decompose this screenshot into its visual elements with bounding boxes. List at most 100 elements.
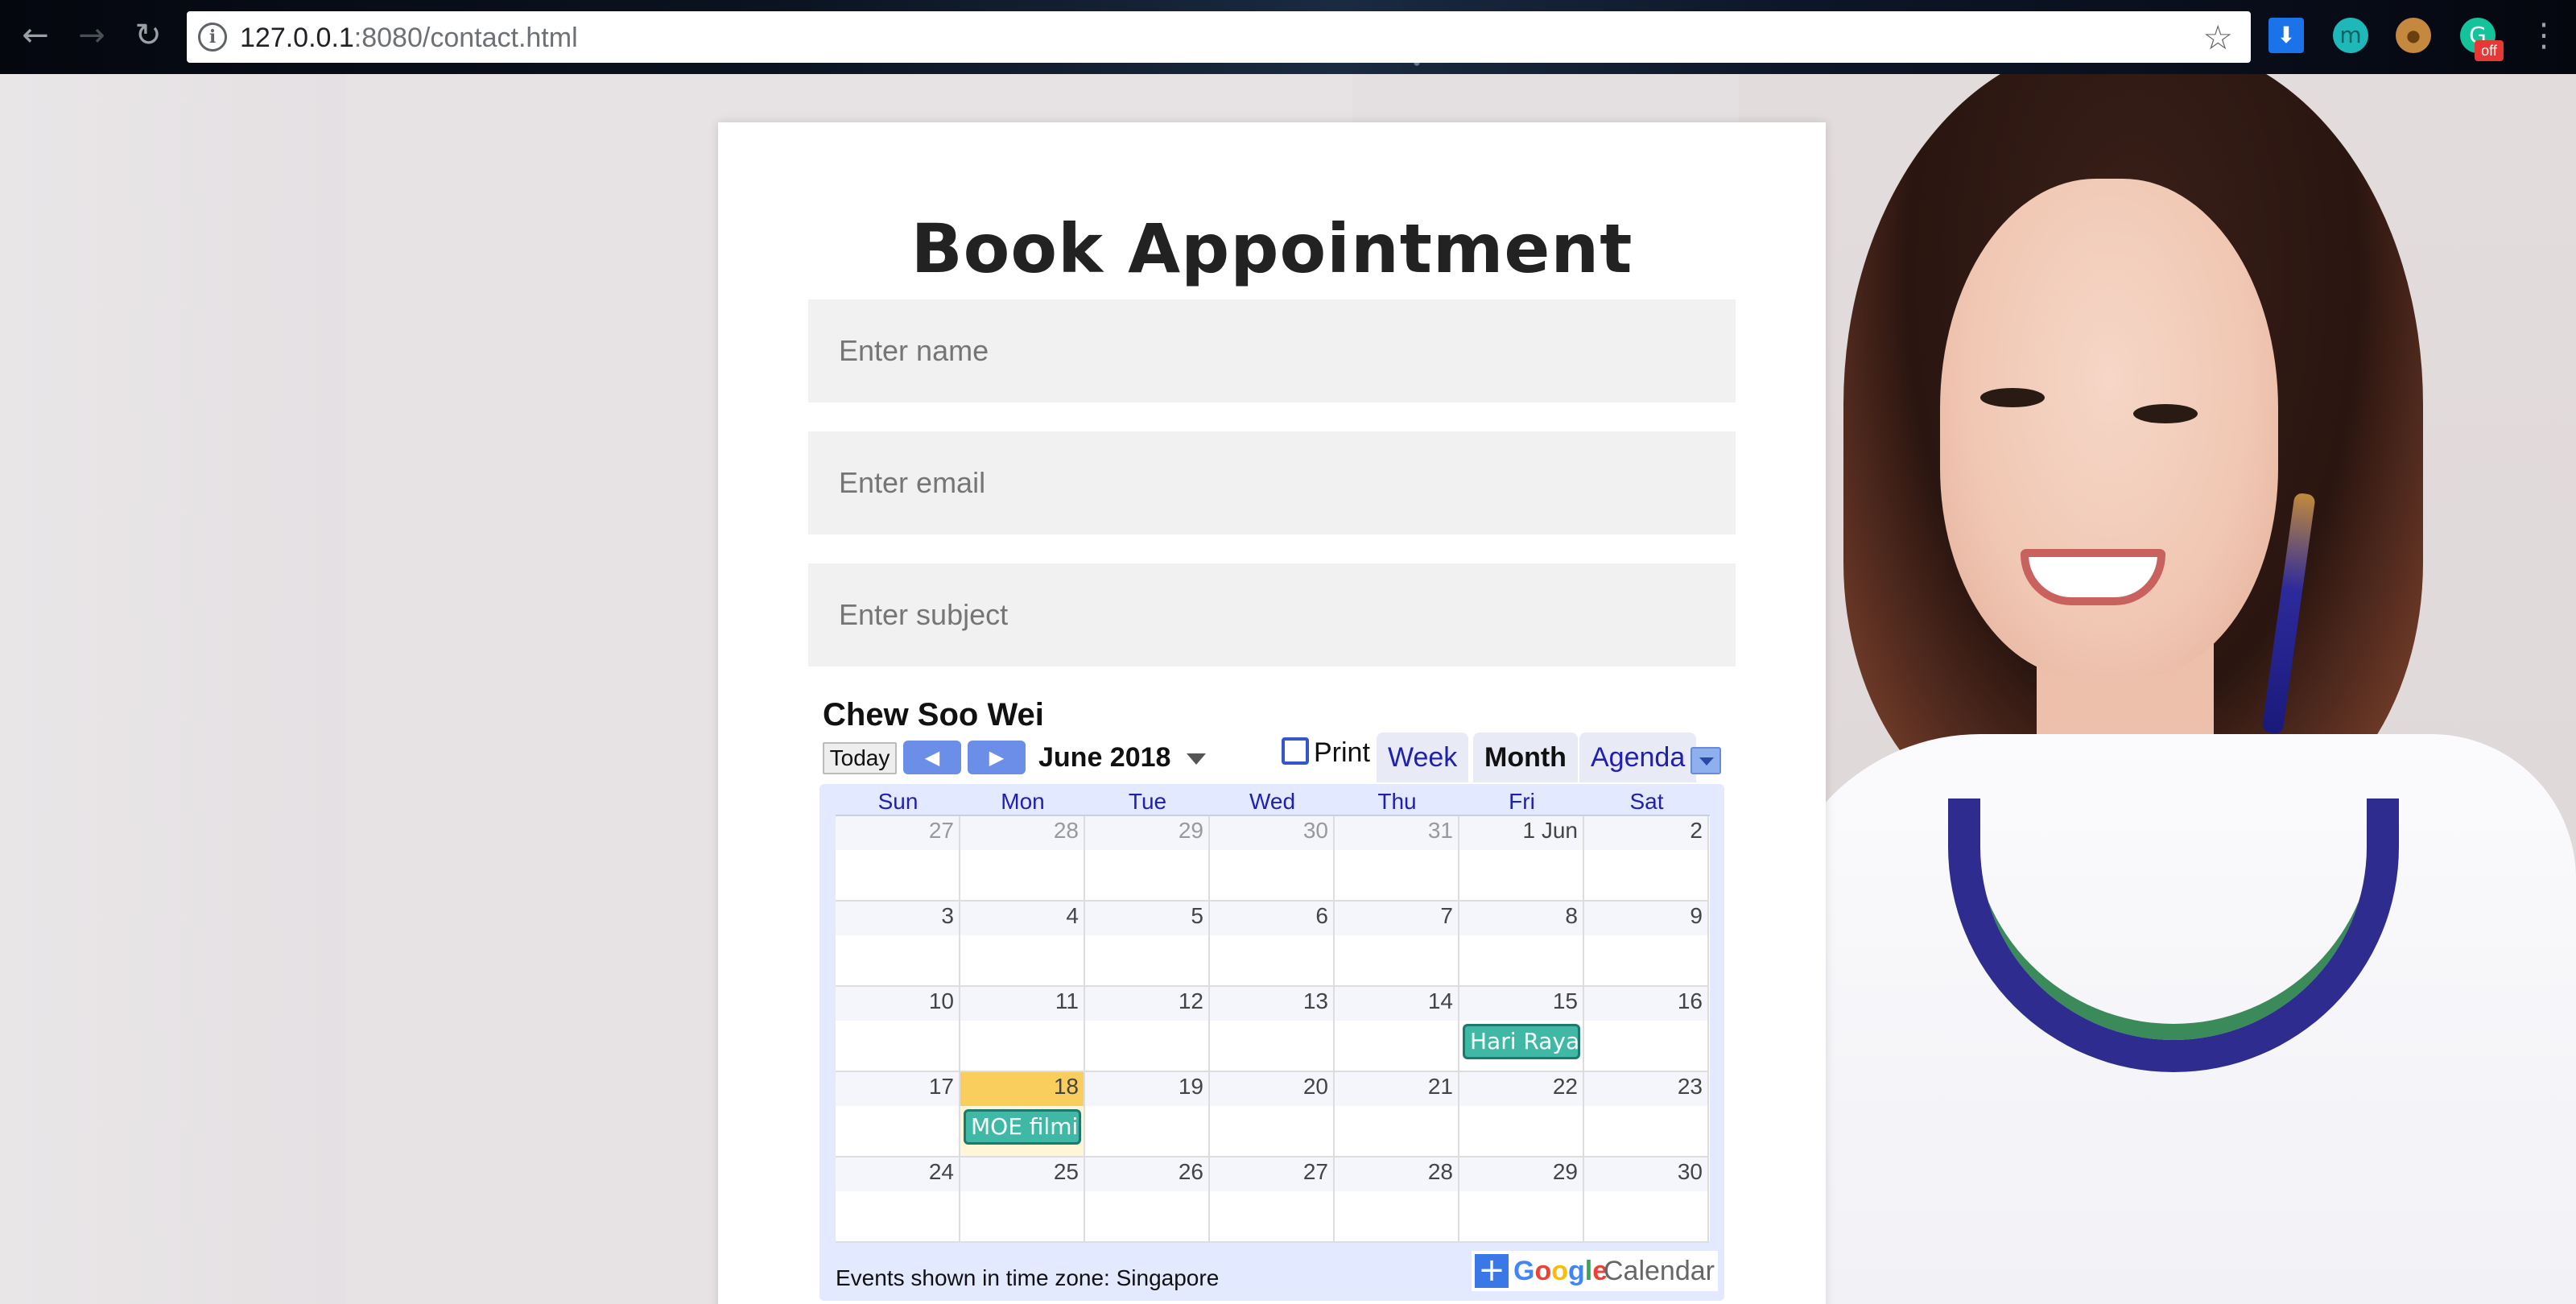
day-cell[interactable]: 7 — [1335, 902, 1459, 987]
day-number: 31 — [1427, 818, 1453, 843]
day-cell[interactable]: 6 — [1210, 902, 1335, 987]
google-logo-letter: g — [1568, 1256, 1585, 1286]
day-cell[interactable]: 25 — [960, 1158, 1085, 1243]
day-cell[interactable]: 26 — [1085, 1158, 1210, 1243]
day-number: 14 — [1427, 988, 1453, 1013]
reload-icon[interactable]: ↻ — [129, 16, 167, 55]
day-cell[interactable]: 31 — [1335, 816, 1459, 902]
day-header-band — [1210, 902, 1333, 935]
forward-icon[interactable]: → — [72, 16, 111, 55]
portrait-eye-left — [1980, 388, 2045, 407]
day-cell[interactable]: 2 — [1584, 816, 1709, 902]
day-number: 29 — [1552, 1159, 1578, 1184]
day-cell[interactable]: 29 — [1459, 1158, 1584, 1243]
m-extension-icon[interactable]: m — [2333, 18, 2368, 53]
url-text[interactable]: 127.0.0.1:8080/contact.html — [240, 23, 578, 54]
day-cell[interactable]: 23 — [1584, 1072, 1709, 1158]
day-cell[interactable]: 21 — [1335, 1072, 1459, 1158]
calendar-event[interactable]: MOE filmi — [964, 1109, 1081, 1145]
day-cell[interactable]: 20 — [1210, 1072, 1335, 1158]
info-icon[interactable]: i — [198, 23, 227, 52]
cookie-extension-icon[interactable]: ● — [2396, 18, 2431, 53]
day-header-band — [1584, 816, 1707, 850]
day-cell[interactable]: 14 — [1335, 987, 1459, 1072]
day-cell[interactable]: 18 MOE filmi — [960, 1072, 1085, 1158]
day-number: 28 — [1053, 818, 1079, 843]
day-number: 18 — [1053, 1074, 1079, 1099]
day-cell[interactable]: 15 Hari Raya — [1459, 987, 1584, 1072]
portrait-photo — [1739, 74, 2576, 1304]
day-cell[interactable]: 8 — [1459, 902, 1584, 987]
day-number: 11 — [1055, 988, 1079, 1013]
email-input[interactable] — [808, 431, 1736, 534]
subject-input[interactable] — [808, 563, 1736, 666]
day-number: 30 — [1302, 818, 1328, 843]
day-cell[interactable]: 27 — [836, 816, 960, 902]
bookmark-star-icon[interactable]: ☆ — [2202, 18, 2233, 57]
google-logo-letter: o — [1534, 1256, 1552, 1286]
day-cell[interactable]: 11 — [960, 987, 1085, 1072]
day-cell[interactable]: 9 — [1584, 902, 1709, 987]
day-cell[interactable]: 30 — [1210, 816, 1335, 902]
timezone-note: Events shown in time zone: Singapore — [836, 1265, 1220, 1290]
tab-agenda[interactable]: Agenda — [1579, 732, 1697, 782]
day-cell[interactable]: 1 Jun — [1459, 816, 1584, 902]
day-number: 25 — [1053, 1159, 1079, 1184]
day-number: 7 — [1440, 903, 1453, 928]
menu-icon[interactable]: ⋮ — [2528, 18, 2560, 53]
day-cell[interactable]: 3 — [836, 902, 960, 987]
day-cell[interactable]: 24 — [836, 1158, 960, 1243]
calendar-event[interactable]: Hari Raya — [1463, 1024, 1580, 1059]
plus-icon: + — [1475, 1254, 1509, 1288]
download-extension-icon[interactable]: ⬇ — [2268, 18, 2304, 53]
day-number: 2 — [1690, 818, 1703, 843]
day-number: 23 — [1677, 1074, 1703, 1099]
day-number: 24 — [928, 1159, 954, 1184]
day-number: 28 — [1427, 1159, 1453, 1184]
day-cell[interactable]: 12 — [1085, 987, 1210, 1072]
day-cell[interactable]: 13 — [1210, 987, 1335, 1072]
prev-month-button[interactable]: ◀ — [903, 741, 961, 774]
day-cell[interactable]: 22 — [1459, 1072, 1584, 1158]
day-number: 10 — [928, 988, 954, 1013]
print-label: Print — [1314, 737, 1370, 768]
day-cell[interactable]: 16 — [1584, 987, 1709, 1072]
month-dropdown-icon[interactable] — [1187, 753, 1206, 765]
tab-month[interactable]: Month — [1473, 732, 1578, 782]
tab-week[interactable]: Week — [1377, 732, 1469, 782]
name-input[interactable] — [808, 299, 1736, 402]
day-cell[interactable]: 29 — [1085, 816, 1210, 902]
weekday-wed: Wed — [1249, 789, 1296, 814]
day-cell[interactable]: 5 — [1085, 902, 1210, 987]
url-host: 127.0.0.1 — [240, 23, 354, 53]
day-cell[interactable]: 30 — [1584, 1158, 1709, 1243]
day-number: 6 — [1315, 903, 1328, 928]
day-number: 17 — [928, 1074, 954, 1099]
day-number: 16 — [1677, 988, 1703, 1013]
print-button[interactable]: Print — [1282, 737, 1370, 769]
day-cell[interactable]: 17 — [836, 1072, 960, 1158]
google-logo: Google — [1513, 1256, 1608, 1287]
extension-off-badge: off — [2475, 40, 2504, 61]
today-button[interactable]: Today — [823, 742, 897, 774]
address-bar[interactable]: i 127.0.0.1:8080/contact.html ☆ — [187, 11, 2251, 63]
current-month-label: June 2018 — [1038, 742, 1171, 773]
day-number: 1 Jun — [1522, 818, 1579, 843]
next-month-button[interactable]: ▶ — [968, 741, 1026, 774]
day-number: 19 — [1178, 1074, 1203, 1099]
day-cell[interactable]: 28 — [1335, 1158, 1459, 1243]
day-cell[interactable]: 4 — [960, 902, 1085, 987]
add-to-google-calendar-button[interactable]: + Google Calendar — [1472, 1251, 1718, 1291]
back-icon[interactable]: ← — [16, 16, 55, 55]
view-options-dropdown-icon[interactable] — [1690, 747, 1721, 774]
print-icon — [1282, 737, 1309, 765]
day-cell[interactable]: 10 — [836, 987, 960, 1072]
day-cell[interactable]: 28 — [960, 816, 1085, 902]
day-number: 21 — [1427, 1074, 1453, 1099]
day-number: 22 — [1552, 1074, 1578, 1099]
day-cell[interactable]: 27 — [1210, 1158, 1335, 1243]
day-cell[interactable]: 19 — [1085, 1072, 1210, 1158]
day-number: 9 — [1690, 903, 1703, 928]
page-title: Book Appointment — [910, 209, 1633, 288]
day-header-band — [1584, 902, 1707, 935]
